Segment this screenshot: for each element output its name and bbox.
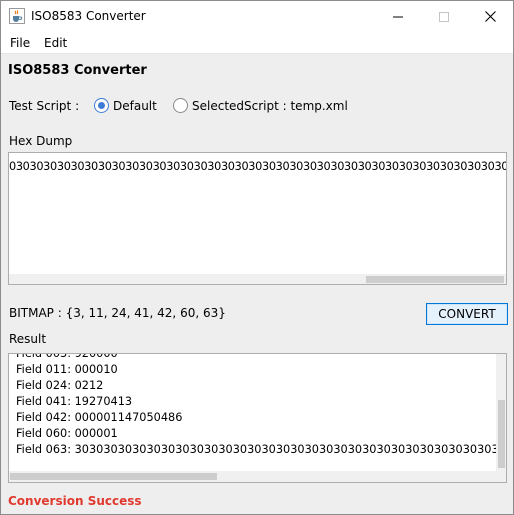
bitmap-label: BITMAP : {3, 11, 24, 41, 42, 60, 63} [9, 306, 226, 320]
menu-file[interactable]: File [10, 36, 30, 50]
script-name: Script : temp.xml [244, 99, 348, 113]
app-window: ISO8583 Converter File Edit ISO8583 Conv… [0, 0, 514, 515]
scrollbar-corner [496, 471, 506, 482]
result-line: Field 041: 19270413 [16, 395, 133, 408]
result-lines: Field 003: 920000 Field 011: 000010 Fiel… [16, 353, 507, 458]
title-bar: ISO8583 Converter [1, 1, 513, 32]
hex-dump-scroll-thumb[interactable] [366, 276, 504, 283]
selected-radio-label[interactable]: Selected [192, 99, 244, 113]
maximize-button[interactable] [421, 1, 467, 32]
convert-button[interactable]: CONVERT [426, 303, 508, 325]
result-vertical-scrollbar[interactable] [496, 354, 506, 471]
result-line: Field 060: 000001 [16, 427, 118, 440]
close-icon [484, 11, 496, 22]
hex-dump-label: Hex Dump [9, 134, 73, 148]
menu-edit[interactable]: Edit [44, 36, 67, 50]
maximize-icon [439, 11, 449, 22]
window-title: ISO8583 Converter [31, 9, 146, 23]
result-vertical-scroll-thumb[interactable] [498, 400, 505, 468]
default-radio-label[interactable]: Default [113, 99, 157, 113]
java-cup-icon [9, 8, 25, 24]
result-line: Field 011: 000010 [16, 363, 118, 376]
hex-dump-textarea[interactable]: 0303030303030303030303030303030303030303… [8, 152, 507, 285]
result-textarea[interactable]: Field 003: 920000 Field 011: 000010 Fiel… [8, 353, 507, 483]
result-horizontal-scroll-thumb[interactable] [10, 473, 217, 480]
page-title: ISO8583 Converter [8, 63, 147, 78]
result-line: Field 003: 920000 [16, 353, 118, 360]
result-horizontal-scrollbar[interactable] [9, 471, 496, 482]
default-radio[interactable] [94, 98, 109, 113]
hex-dump-horizontal-scrollbar[interactable] [9, 274, 506, 284]
close-button[interactable] [467, 1, 513, 32]
result-label: Result [9, 332, 47, 346]
result-line: Field 063: 30303030303030303030303030303… [16, 443, 507, 456]
status-message: Conversion Success [8, 494, 142, 508]
test-script-label: Test Script : [9, 99, 80, 113]
hex-dump-value[interactable]: 0303030303030303030303030303030303030303… [9, 160, 506, 173]
menu-bar: File Edit [1, 32, 513, 54]
minimize-button[interactable] [375, 1, 421, 32]
minimize-icon [393, 16, 403, 17]
result-line: Field 024: 0212 [16, 379, 104, 392]
selected-radio[interactable] [173, 98, 188, 113]
result-line: Field 042: 000001147050486 [16, 411, 183, 424]
